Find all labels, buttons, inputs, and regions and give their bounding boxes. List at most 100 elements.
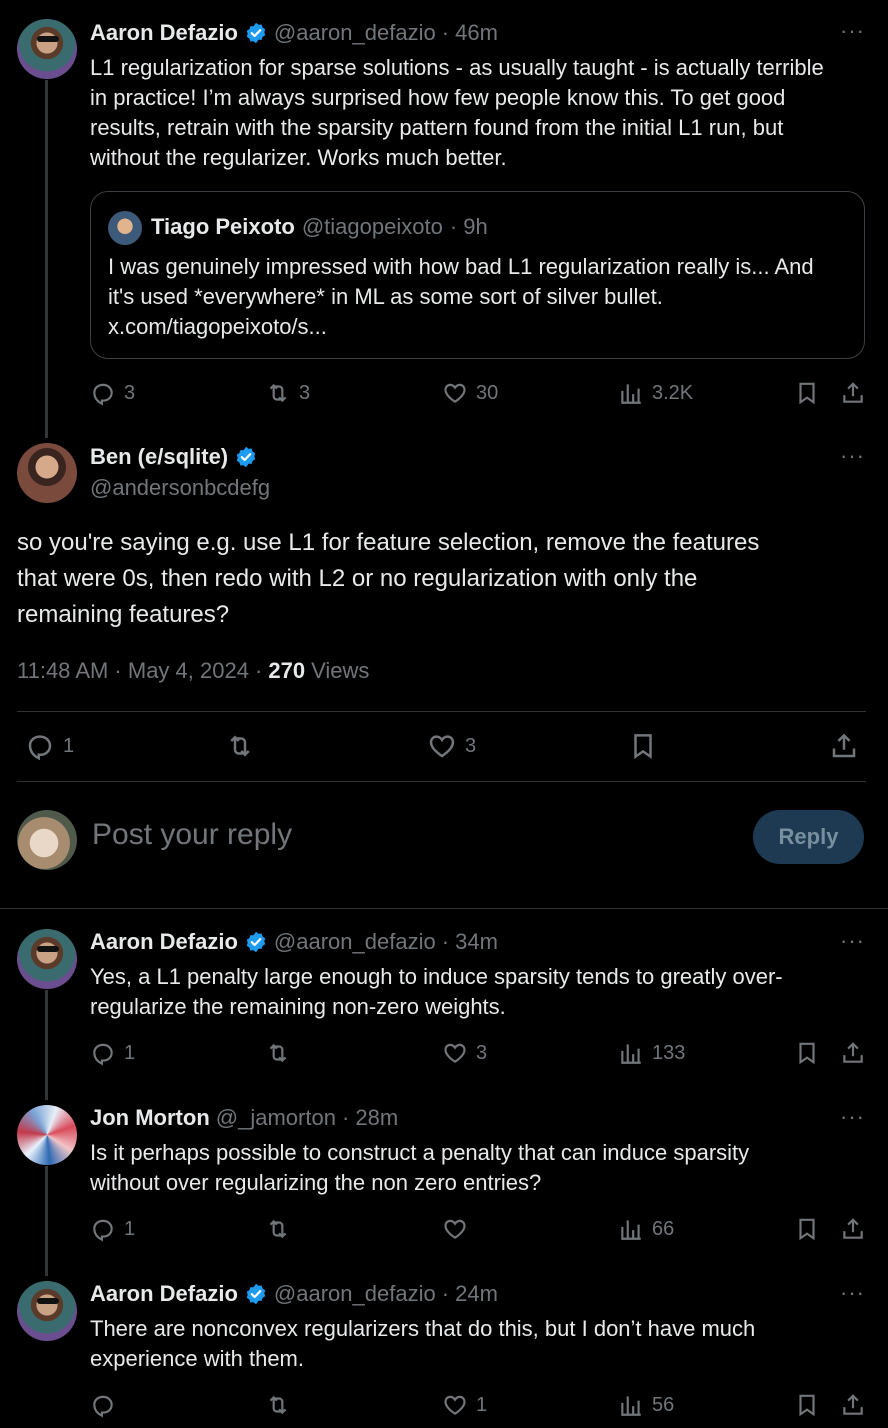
- reply-action[interactable]: 3: [90, 380, 135, 406]
- author-name[interactable]: Aaron Defazio: [90, 929, 238, 955]
- repost-action[interactable]: [265, 1040, 291, 1066]
- tweet-text: L1 regularization for sparse solutions -…: [90, 55, 824, 170]
- bookmark-icon: [628, 731, 658, 761]
- bookmark-action[interactable]: [794, 380, 820, 406]
- bookmark-icon: [794, 1216, 820, 1242]
- quote-author-name: Tiago Peixoto: [151, 214, 295, 239]
- author-handle[interactable]: @aaron_defazio: [274, 929, 436, 955]
- avatar[interactable]: [17, 1281, 77, 1341]
- like-action[interactable]: 30: [442, 380, 498, 406]
- reply-icon: [90, 1392, 116, 1418]
- reply-action[interactable]: [90, 1392, 116, 1418]
- more-options-icon[interactable]: ···: [840, 928, 865, 954]
- more-options-icon[interactable]: ···: [840, 1104, 865, 1130]
- author-handle[interactable]: @_jamorton: [216, 1105, 336, 1131]
- thread-line: [45, 990, 48, 1100]
- views-action[interactable]: 66: [618, 1216, 674, 1242]
- verified-badge-icon: [244, 21, 268, 45]
- thread-line: [45, 80, 48, 438]
- repost-icon: [265, 380, 291, 406]
- author-name[interactable]: Jon Morton: [90, 1105, 210, 1131]
- reply-input[interactable]: Post your reply: [92, 818, 292, 852]
- reply-button[interactable]: Reply: [753, 810, 864, 864]
- bookmark-action[interactable]: [794, 1216, 820, 1242]
- share-action[interactable]: [840, 380, 866, 406]
- reply-icon: [25, 731, 55, 761]
- heart-icon: [427, 731, 457, 761]
- more-options-icon[interactable]: ···: [840, 1280, 865, 1306]
- more-options-icon[interactable]: ···: [840, 443, 865, 469]
- heart-icon: [442, 1040, 468, 1066]
- reply-action[interactable]: 1: [25, 731, 74, 761]
- share-icon: [829, 731, 859, 761]
- tweet-text: so you're saying e.g. use L1 for feature…: [17, 529, 760, 628]
- author-handle[interactable]: @aaron_defazio: [274, 20, 436, 46]
- bookmark-action[interactable]: [794, 1392, 820, 1418]
- share-action[interactable]: [840, 1040, 866, 1066]
- repost-action[interactable]: 3: [265, 380, 310, 406]
- tweet-text: There are nonconvex regularizers that do…: [90, 1316, 756, 1371]
- views-icon: [618, 1392, 644, 1418]
- repost-icon: [265, 1040, 291, 1066]
- repost-action[interactable]: [225, 731, 255, 761]
- reply-action[interactable]: 1: [90, 1040, 135, 1066]
- verified-badge-icon: [234, 445, 258, 469]
- timestamp[interactable]: · 28m: [342, 1105, 398, 1131]
- views-label: Views: [311, 658, 370, 683]
- tweet-text: Yes, a L1 penalty large enough to induce…: [90, 964, 783, 1019]
- bookmark-action[interactable]: [628, 731, 658, 761]
- share-action[interactable]: [840, 1216, 866, 1242]
- timestamp[interactable]: · 46m: [442, 20, 498, 46]
- avatar[interactable]: [17, 929, 77, 989]
- tweet-header: Aaron Defazio @aaron_defazio · 34m: [90, 929, 498, 955]
- reply-icon: [90, 1040, 116, 1066]
- share-action[interactable]: [829, 731, 859, 761]
- tweet-header: Aaron Defazio @aaron_defazio · 24m: [90, 1281, 498, 1307]
- bookmark-icon: [794, 380, 820, 406]
- like-action[interactable]: 3: [442, 1040, 487, 1066]
- like-action[interactable]: 1: [442, 1392, 487, 1418]
- timestamp[interactable]: · 34m: [442, 929, 498, 955]
- author-name[interactable]: Aaron Defazio: [90, 20, 238, 46]
- timestamp[interactable]: · 24m: [442, 1281, 498, 1307]
- repost-icon: [265, 1392, 291, 1418]
- reply-action[interactable]: 1: [90, 1216, 135, 1242]
- views-icon: [618, 1216, 644, 1242]
- share-action[interactable]: [840, 1392, 866, 1418]
- author-name[interactable]: Aaron Defazio: [90, 1281, 238, 1307]
- heart-icon: [442, 1392, 468, 1418]
- author-handle[interactable]: @andersonbcdefg: [90, 475, 270, 501]
- bookmark-icon: [794, 1392, 820, 1418]
- share-icon: [840, 380, 866, 406]
- author-name[interactable]: Ben (e/sqlite): [90, 444, 228, 470]
- author-handle[interactable]: @aaron_defazio: [274, 1281, 436, 1307]
- like-action[interactable]: 3: [427, 731, 476, 761]
- bookmark-icon: [794, 1040, 820, 1066]
- bookmark-action[interactable]: [794, 1040, 820, 1066]
- views-action[interactable]: 133: [618, 1040, 685, 1066]
- thread-line: [45, 1166, 48, 1276]
- avatar[interactable]: [17, 19, 77, 79]
- quote-author-handle: @tiagopeixoto: [301, 214, 443, 239]
- tweet-timestamp-row: 11:48 AM · May 4, 2024 · 270 Views: [17, 658, 369, 684]
- tweet-header: Jon Morton @_jamorton · 28m: [90, 1105, 398, 1131]
- heart-icon: [442, 1216, 468, 1242]
- quote-timestamp: · 9h: [449, 214, 488, 239]
- user-avatar[interactable]: [17, 810, 77, 870]
- repost-action[interactable]: [265, 1392, 291, 1418]
- repost-icon: [225, 731, 255, 761]
- avatar[interactable]: [17, 1105, 77, 1165]
- more-options-icon[interactable]: ···: [840, 18, 865, 44]
- views-icon: [618, 1040, 644, 1066]
- views-action[interactable]: 56: [618, 1392, 674, 1418]
- repost-icon: [265, 1216, 291, 1242]
- timestamp[interactable]: 11:48 AM · May 4, 2024 ·: [17, 658, 262, 684]
- divider: [17, 781, 866, 782]
- avatar[interactable]: [17, 443, 77, 503]
- views-count: 270: [268, 658, 306, 683]
- like-action[interactable]: [442, 1216, 468, 1242]
- views-action[interactable]: 3.2K: [618, 380, 693, 406]
- share-icon: [840, 1216, 866, 1242]
- repost-action[interactable]: [265, 1216, 291, 1242]
- quote-text: I was genuinely impressed with how bad L…: [108, 254, 814, 339]
